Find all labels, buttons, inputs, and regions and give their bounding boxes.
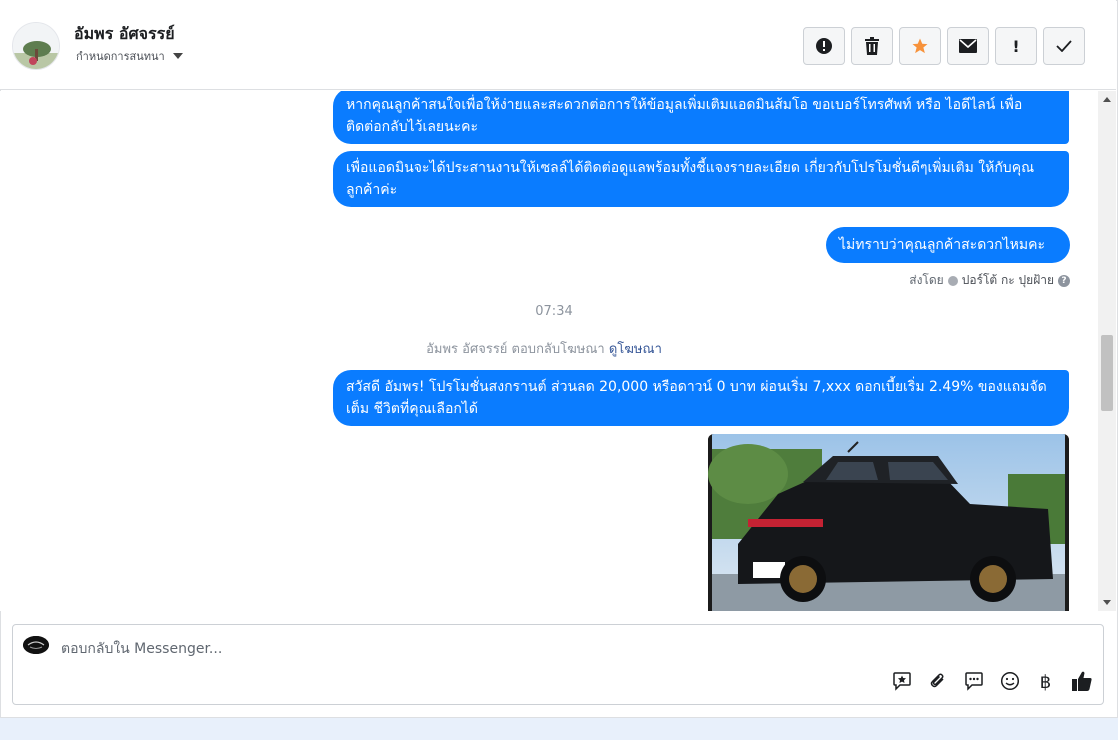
- sent-by-info: ส่งโดย ปอร์โต้ กะ ปุยฝ้าย ?: [909, 271, 1070, 290]
- star-button[interactable]: [899, 27, 941, 65]
- page-avatar: [23, 636, 49, 654]
- saved-reply-icon: [892, 671, 912, 695]
- follow-up-button[interactable]: !: [995, 27, 1037, 65]
- message-bubble: เพื่อแอดมินจะได้ประสานงานให้เซลล์ได้ติดต…: [333, 151, 1069, 207]
- alert-circle-icon: [815, 37, 833, 55]
- thumbs-up-icon: [1071, 670, 1093, 696]
- ad-reply-text: อัมพร อัศจรรย์ ตอบกลับโฆษณา: [426, 342, 605, 357]
- smiley-icon: [1000, 671, 1020, 695]
- message-bubble: ไม่ทราบว่าคุณลูกค้าสะดวกไหมคะ: [826, 227, 1070, 263]
- message-bubble: สวัสดี อัมพร! โปรโมชั่นสงกรานต์ ส่วนลด 2…: [333, 370, 1069, 426]
- message-list[interactable]: หากคุณลูกค้าสนใจเพื่อให้ง่ายและสะดวกต่อก…: [0, 91, 1098, 611]
- star-icon: [911, 37, 929, 55]
- promo-car-image[interactable]: [708, 434, 1069, 611]
- delete-button[interactable]: [851, 27, 893, 65]
- quick-replies-button[interactable]: [962, 671, 985, 694]
- scroll-thumb[interactable]: [1101, 335, 1113, 411]
- payment-button[interactable]: ฿: [1034, 671, 1057, 694]
- sent-by-name: ปอร์โต้ กะ ปุยฝ้าย: [961, 273, 1054, 287]
- paperclip-icon: [928, 671, 948, 695]
- message-scrollbar[interactable]: [1098, 91, 1116, 611]
- emoji-button[interactable]: [998, 671, 1021, 694]
- sent-by-prefix: ส่งโดย: [909, 273, 944, 287]
- baht-icon: ฿: [1039, 672, 1052, 693]
- attach-button[interactable]: [926, 671, 949, 694]
- scroll-down-arrow-icon[interactable]: [1103, 600, 1111, 605]
- ad-reply-notice: อัมพร อัศจรรย์ ตอบกลับโฆษณา ดูโฆษณา: [0, 338, 1088, 359]
- envelope-icon: [959, 39, 977, 53]
- exclamation-icon: !: [1012, 36, 1020, 56]
- scroll-up-arrow-icon[interactable]: [1103, 97, 1111, 102]
- saved-reply-button[interactable]: [890, 671, 913, 694]
- chat-bubble-icon: [964, 671, 984, 695]
- contact-avatar[interactable]: [12, 22, 60, 70]
- trash-icon: [864, 37, 880, 55]
- conversation-toolbar: !: [803, 27, 1085, 65]
- assign-label: กำหนดการสนทนา: [76, 50, 165, 63]
- conversation-header: อัมพร อัศจรรย์ กำหนดการสนทนา !: [0, 0, 1116, 90]
- message-timestamp: 07:34: [535, 304, 573, 319]
- assign-conversation-dropdown[interactable]: กำหนดการสนทนา: [76, 47, 183, 65]
- caret-down-icon: [172, 53, 183, 59]
- question-icon[interactable]: ?: [1058, 274, 1070, 287]
- mark-spam-button[interactable]: [803, 27, 845, 65]
- admin-badge-icon: [947, 275, 958, 286]
- message-composer: ตอบกลับใน Messenger... ฿: [12, 624, 1104, 705]
- bottom-band: [0, 718, 1118, 740]
- view-ad-link[interactable]: ดูโฆษณา: [609, 342, 662, 357]
- contact-name: อัมพร อัศจรรย์: [74, 24, 175, 43]
- reply-input[interactable]: ตอบกลับใน Messenger...: [61, 638, 1061, 660]
- mark-done-button[interactable]: [1043, 27, 1085, 65]
- like-button[interactable]: [1070, 671, 1093, 694]
- composer-toolbar: ฿: [890, 671, 1093, 694]
- message-bubble: หากคุณลูกค้าสนใจเพื่อให้ง่ายและสะดวกต่อก…: [333, 91, 1069, 144]
- check-icon: [1056, 40, 1072, 52]
- mark-unread-button[interactable]: [947, 27, 989, 65]
